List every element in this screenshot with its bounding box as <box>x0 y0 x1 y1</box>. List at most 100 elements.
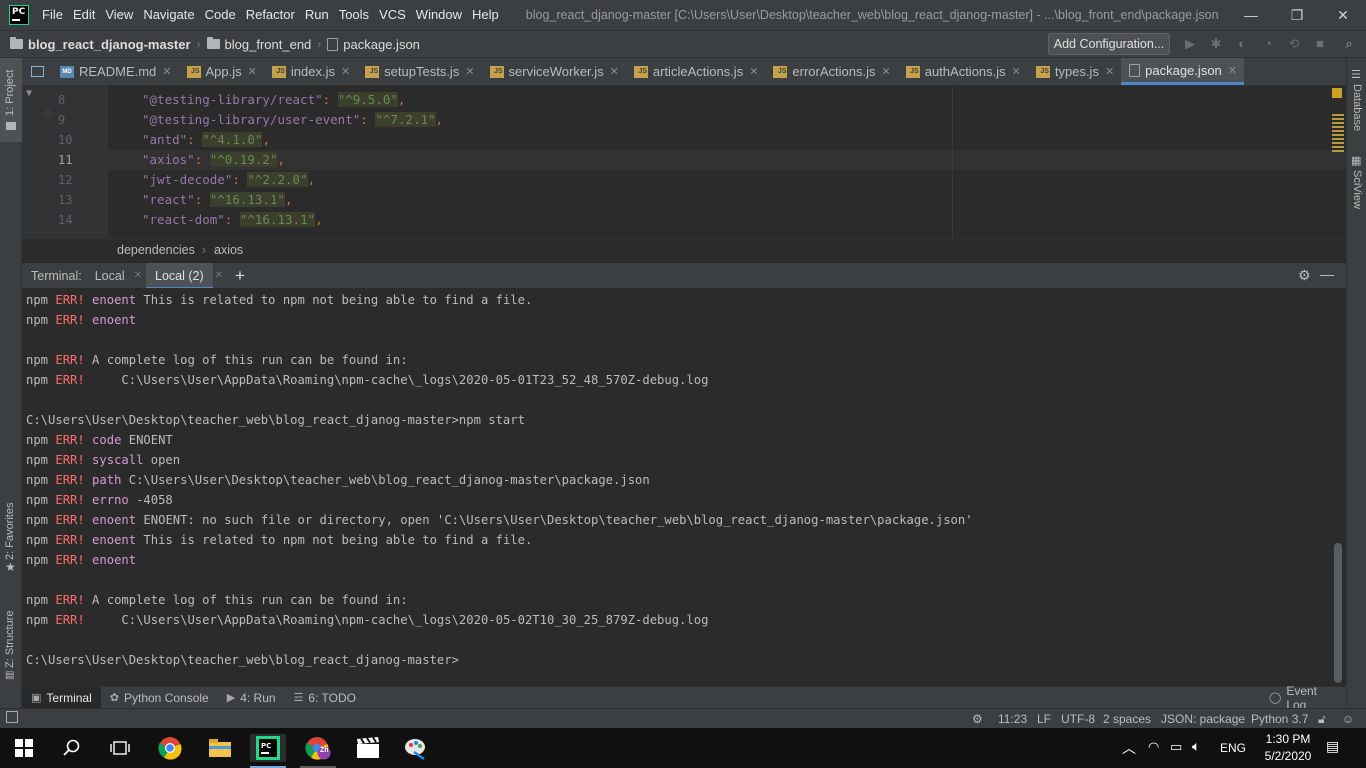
sciview-tool-tab[interactable]: SciView <box>1351 170 1363 209</box>
close-tab-icon[interactable]: ✕ <box>465 65 474 78</box>
notification-icon[interactable]: ▤ <box>1326 738 1339 755</box>
menu-window[interactable]: Window <box>411 0 467 30</box>
menu-code[interactable]: Code <box>200 0 241 30</box>
close-tab-icon[interactable]: ✕ <box>248 65 257 78</box>
video-editor-icon[interactable] <box>354 734 382 762</box>
todo-tool-button[interactable]: ☰ 6: TODO <box>285 687 365 709</box>
pycharm-taskbar-icon[interactable]: PC <box>250 734 286 762</box>
indent-setting[interactable]: 2 spaces <box>1103 712 1151 726</box>
tab-overview-icon[interactable] <box>22 58 52 85</box>
run-icon[interactable]: ▶ <box>1182 36 1198 52</box>
event-log-button[interactable]: ◯ Event Log <box>1260 684 1346 712</box>
tab-articleactions-js[interactable]: JS articleActions.js ✕ <box>626 58 766 85</box>
python-interpreter[interactable]: Python 3.7 <box>1251 712 1308 726</box>
menu-edit[interactable]: Edit <box>68 0 100 30</box>
clock-time[interactable]: 1:30 PM <box>1262 732 1314 746</box>
debug-icon[interactable]: ✱ <box>1208 36 1224 52</box>
js-file-icon: JS <box>633 65 648 78</box>
database-tool-tab[interactable]: Database <box>1351 84 1363 131</box>
task-view-icon[interactable] <box>106 734 134 762</box>
close-tab-icon[interactable]: ✕ <box>162 65 171 78</box>
tab-package-json[interactable]: package.json ✕ <box>1121 58 1245 85</box>
python-console-tool-button[interactable]: ✿ Python Console <box>101 687 218 709</box>
breadcrumb-project[interactable]: blog_react_djanog-master <box>0 37 191 52</box>
breadcrumb-dependencies[interactable]: dependencies <box>117 243 195 257</box>
error-stripe-marks[interactable] <box>1332 114 1344 152</box>
clock-date[interactable]: 5/2/2020 <box>1262 749 1314 763</box>
chrome-icon[interactable] <box>156 734 184 762</box>
menu-help[interactable]: Help <box>467 0 504 30</box>
tab-readme[interactable]: MD README.md ✕ <box>52 58 179 85</box>
tab-types-js[interactable]: JS types.js ✕ <box>1028 58 1121 85</box>
menu-view[interactable]: View <box>100 0 138 30</box>
close-tab-icon[interactable]: ✕ <box>134 270 142 281</box>
search-everywhere-icon[interactable]: ⌕ <box>1341 36 1357 52</box>
terminal-output[interactable]: npm ERR! enoent This is related to npm n… <box>22 288 1346 686</box>
close-tab-icon[interactable]: ✕ <box>1228 64 1237 77</box>
toggle-tool-windows-icon[interactable] <box>6 711 18 723</box>
tab-serviceworker-js[interactable]: JS serviceWorker.js ✕ <box>482 58 626 85</box>
concurrency-icon[interactable]: ⟲ <box>1286 36 1302 52</box>
inspection-status-icon[interactable] <box>1332 88 1342 98</box>
hide-icon[interactable]: — <box>1320 266 1334 282</box>
structure-tool-tab[interactable]: Z: Structure ▤ <box>0 596 22 686</box>
paint-app-icon[interactable] <box>402 734 430 762</box>
caret-position[interactable]: 11:23 <box>998 712 1027 726</box>
restore-button[interactable]: ❐ <box>1274 0 1320 30</box>
menu-navigate[interactable]: Navigate <box>138 0 199 30</box>
inspector-icon[interactable]: ☺ <box>1342 712 1354 726</box>
tab-app-js[interactable]: JS App.js ✕ <box>179 58 264 85</box>
breadcrumb-axios[interactable]: axios <box>214 243 243 257</box>
json-schema[interactable]: JSON: package <box>1161 712 1245 726</box>
wifi-icon[interactable]: ◠ <box>1148 739 1159 755</box>
close-tab-icon[interactable]: ✕ <box>749 65 758 78</box>
close-tab-icon[interactable]: ✕ <box>341 65 350 78</box>
close-tab-icon[interactable]: ✕ <box>1105 65 1114 78</box>
volume-icon[interactable]: 🔈︎ <box>1192 738 1200 755</box>
line-separator[interactable]: LF <box>1037 712 1051 726</box>
git-icon[interactable]: ⚙ <box>972 712 983 726</box>
input-language[interactable]: ENG <box>1220 741 1246 755</box>
tab-authactions-js[interactable]: JS authActions.js ✕ <box>898 58 1028 85</box>
terminal-scrollbar[interactable] <box>1334 543 1342 683</box>
pycharm-logo-icon[interactable]: PC <box>9 5 29 25</box>
close-tab-icon[interactable]: ✕ <box>1012 65 1021 78</box>
close-tab-icon[interactable]: ✕ <box>610 65 619 78</box>
code-editor[interactable]: ▼ 8 9 10 11 12 13 14 "@testing-library/r… <box>22 86 1346 238</box>
tab-index-js[interactable]: JS index.js ✕ <box>264 58 357 85</box>
chrome-profile-icon[interactable]: Zh <box>304 734 332 762</box>
menu-vcs[interactable]: VCS <box>374 0 411 30</box>
new-terminal-button[interactable]: + <box>235 266 245 286</box>
run-tool-button[interactable]: ▶ 4: Run <box>218 687 285 709</box>
menu-refactor[interactable]: Refactor <box>241 0 300 30</box>
add-configuration-button[interactable]: Add Configuration... <box>1048 33 1170 55</box>
battery-icon[interactable]: ▭ <box>1170 739 1182 755</box>
lock-icon[interactable]: 🔓︎ <box>1318 712 1326 727</box>
file-explorer-icon[interactable] <box>206 734 234 762</box>
code-line: "react": "^16.13.1", <box>142 192 293 207</box>
menu-file[interactable]: File <box>37 0 68 30</box>
close-button[interactable]: ✕ <box>1320 0 1366 30</box>
close-tab-icon[interactable]: ✕ <box>882 65 891 78</box>
windows-start-icon[interactable] <box>10 734 38 762</box>
favorites-tool-tab[interactable]: 2: Favorites ★ <box>0 498 22 578</box>
close-tab-icon[interactable]: ✕ <box>215 270 223 281</box>
terminal-tab-local[interactable]: Local <box>86 263 134 289</box>
terminal-tab-local-2[interactable]: Local (2) <box>146 262 213 289</box>
profile-icon[interactable]: ◔ <box>1260 36 1276 52</box>
coverage-icon[interactable]: ◐ <box>1234 36 1250 52</box>
breadcrumb-folder[interactable]: blog_front_end <box>206 37 311 52</box>
minimize-button[interactable]: — <box>1228 0 1274 30</box>
menu-run[interactable]: Run <box>300 0 334 30</box>
stop-icon[interactable]: ■ <box>1312 36 1328 52</box>
breadcrumb-file[interactable]: package.json <box>327 37 420 52</box>
project-tool-tab[interactable]: 1: Project <box>0 58 22 142</box>
show-hidden-icons[interactable]: ︿ <box>1122 738 1136 758</box>
menu-tools[interactable]: Tools <box>334 0 374 30</box>
file-encoding[interactable]: UTF-8 <box>1061 712 1095 726</box>
gear-icon[interactable]: ⚙ <box>1298 267 1311 284</box>
tab-erroractions-js[interactable]: JS errorActions.js ✕ <box>765 58 897 85</box>
terminal-tool-button[interactable]: ▣ Terminal <box>22 686 101 709</box>
search-icon[interactable] <box>58 734 86 762</box>
tab-setuptests-js[interactable]: JS setupTests.js ✕ <box>357 58 481 85</box>
